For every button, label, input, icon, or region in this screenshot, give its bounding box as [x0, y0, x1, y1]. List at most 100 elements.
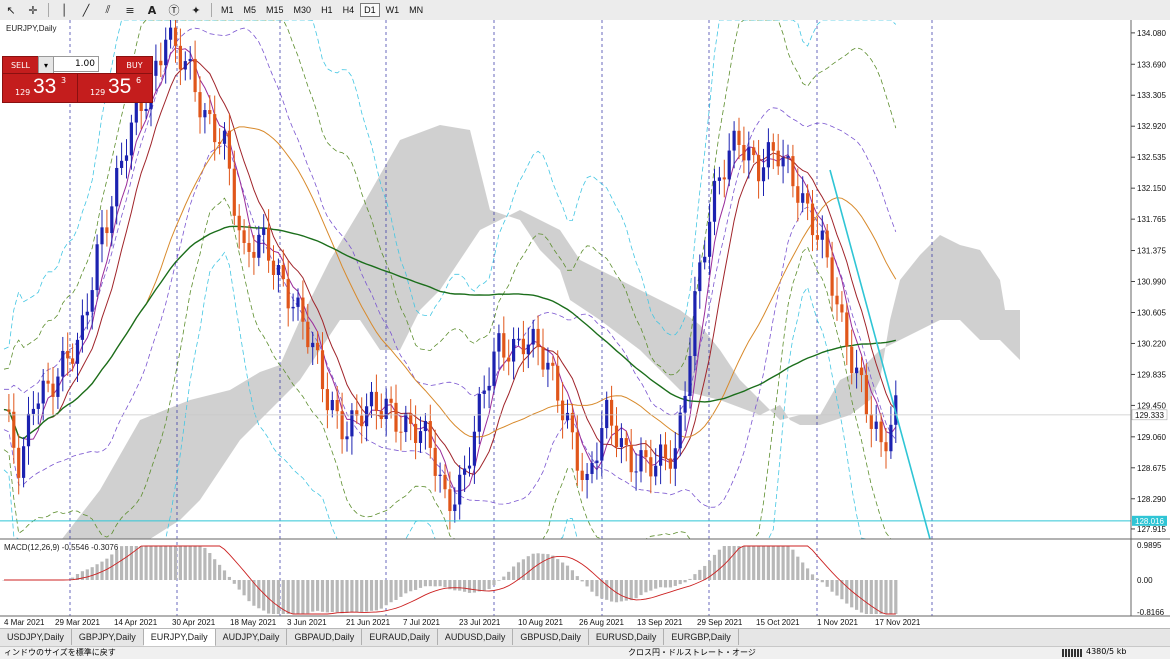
macd-bar	[668, 580, 672, 588]
timeframe-m1[interactable]: M1	[217, 3, 238, 17]
buy-button[interactable]: BUY	[116, 56, 153, 74]
date-tick-label: 7 Jul 2021	[403, 618, 440, 627]
sell-button[interactable]: SELL	[2, 56, 39, 74]
macd-bar	[124, 546, 129, 580]
tab-euraud[interactable]: EURAUD,Daily	[362, 629, 438, 645]
macd-bar	[360, 580, 364, 613]
date-tick-label: 10 Aug 2021	[518, 618, 563, 627]
macd-bar	[698, 569, 702, 580]
macd-bar	[693, 574, 697, 580]
text-label-icon[interactable]: Ⓣ	[165, 2, 183, 18]
current-price-label: 129.333	[1135, 411, 1164, 420]
macd-bar	[884, 580, 888, 614]
macd-bar	[379, 580, 383, 609]
toolbar-separator	[211, 3, 212, 17]
date-tick-label: 1 Nov 2021	[817, 618, 858, 627]
macd-bar	[463, 580, 467, 592]
macd-bar	[316, 580, 320, 611]
macd-bar	[825, 580, 829, 587]
support-price-label: 128.016	[1135, 517, 1164, 526]
macd-tick-label: 0.00	[1137, 576, 1153, 585]
macd-bar	[169, 546, 173, 580]
tab-usdjpy[interactable]: USDJPY,Daily	[0, 629, 72, 645]
macd-bar	[335, 580, 339, 613]
macd-bar	[428, 580, 432, 587]
cursor-icon[interactable]: ↖	[2, 2, 20, 18]
chevron-down-icon[interactable]: ▾	[38, 56, 54, 74]
macd-bar	[859, 580, 864, 613]
sell-price-sup: 3	[61, 76, 67, 85]
symbol-label: EURJPY,Daily	[6, 24, 57, 33]
macd-bar	[580, 580, 584, 582]
macd-bar	[820, 580, 824, 583]
timeframe-m15[interactable]: M15	[262, 3, 288, 17]
macd-bar	[355, 580, 359, 613]
macd-bar	[830, 580, 834, 592]
chart-window[interactable]: 134.080 133.690 133.305 132.920 132.535 132.1…	[0, 10, 1170, 628]
macd-bar	[605, 580, 609, 600]
macd-bar	[139, 546, 143, 580]
equidistant-channel-icon[interactable]: ⫽	[99, 2, 117, 18]
price-tick-label: 133.690	[1137, 60, 1166, 69]
buy-price-big: 35	[108, 75, 132, 98]
fibonacci-icon[interactable]: ≡	[121, 2, 139, 18]
macd-bar	[144, 546, 148, 580]
macd-bar	[757, 546, 761, 580]
buy-price-box[interactable]: 129 35 6	[77, 73, 153, 103]
macd-bar	[384, 580, 388, 606]
tab-gbpusd[interactable]: GBPUSD,Daily	[513, 629, 589, 645]
macd-bar	[512, 566, 516, 580]
lot-size-input[interactable]: 1.00	[53, 56, 99, 72]
tab-gbpjpy[interactable]: GBPJPY,Daily	[72, 629, 144, 645]
price-tick-label: 134.080	[1137, 29, 1166, 38]
timeframe-m30[interactable]: M30	[290, 3, 316, 17]
macd-bar	[90, 567, 94, 580]
macd-bar	[409, 580, 413, 592]
macd-bar	[864, 580, 868, 614]
macd-bar	[369, 580, 374, 611]
macd-bar	[301, 580, 305, 614]
macd-bar	[257, 580, 261, 609]
timeframe-mn[interactable]: MN	[405, 3, 427, 17]
macd-bar	[188, 546, 192, 580]
macd-bar	[536, 553, 540, 580]
tab-gbpaud[interactable]: GBPAUD,Daily	[287, 629, 363, 645]
price-tick-label: 129.060	[1137, 433, 1166, 442]
macd-bar	[208, 553, 212, 580]
price-tick-label: 132.535	[1137, 153, 1166, 162]
timeframe-d1[interactable]: D1	[360, 3, 380, 17]
macd-bar	[271, 580, 276, 614]
timeframe-w1[interactable]: W1	[382, 3, 404, 17]
trendline-icon[interactable]: ╱	[77, 2, 95, 18]
timeframe-h1[interactable]: H1	[317, 3, 337, 17]
macd-bar	[850, 580, 854, 608]
macd-bar	[340, 580, 344, 614]
tab-eurusd[interactable]: EURUSD,Daily	[589, 629, 665, 645]
tab-audusd[interactable]: AUDUSD,Daily	[438, 629, 514, 645]
macd-bar	[458, 580, 462, 591]
date-tick-label: 29 Mar 2021	[55, 618, 100, 627]
macd-bar	[237, 580, 241, 590]
macd-bar	[556, 559, 560, 580]
timeframe-m5[interactable]: M5	[240, 3, 261, 17]
macd-bar	[276, 580, 280, 614]
buy-price-small: 129	[90, 88, 106, 97]
vertical-line-icon[interactable]: │	[55, 2, 73, 18]
macd-bar	[614, 580, 619, 603]
crosshair-icon[interactable]: ✛	[24, 2, 42, 18]
timeframe-h4[interactable]: H4	[339, 3, 359, 17]
tab-audjpy[interactable]: AUDJPY,Daily	[216, 629, 288, 645]
price-chart[interactable]: 134.080 133.690 133.305 132.920 132.535 132.1…	[0, 10, 1170, 628]
macd-bar	[492, 580, 496, 586]
macd-bar	[472, 580, 476, 593]
macd-bar	[776, 546, 780, 580]
macd-bar	[546, 554, 550, 580]
toolbar-separator	[48, 3, 49, 17]
tab-eurgbp[interactable]: EURGBP,Daily	[664, 629, 739, 645]
sell-price-box[interactable]: 129 33 3	[2, 73, 78, 103]
shapes-icon[interactable]: ✦	[187, 2, 205, 18]
tab-eurjpy[interactable]: EURJPY,Daily	[143, 629, 216, 647]
text-icon[interactable]: A	[143, 2, 161, 18]
macd-bar	[791, 549, 795, 580]
price-tick-label: 129.450	[1137, 401, 1166, 410]
